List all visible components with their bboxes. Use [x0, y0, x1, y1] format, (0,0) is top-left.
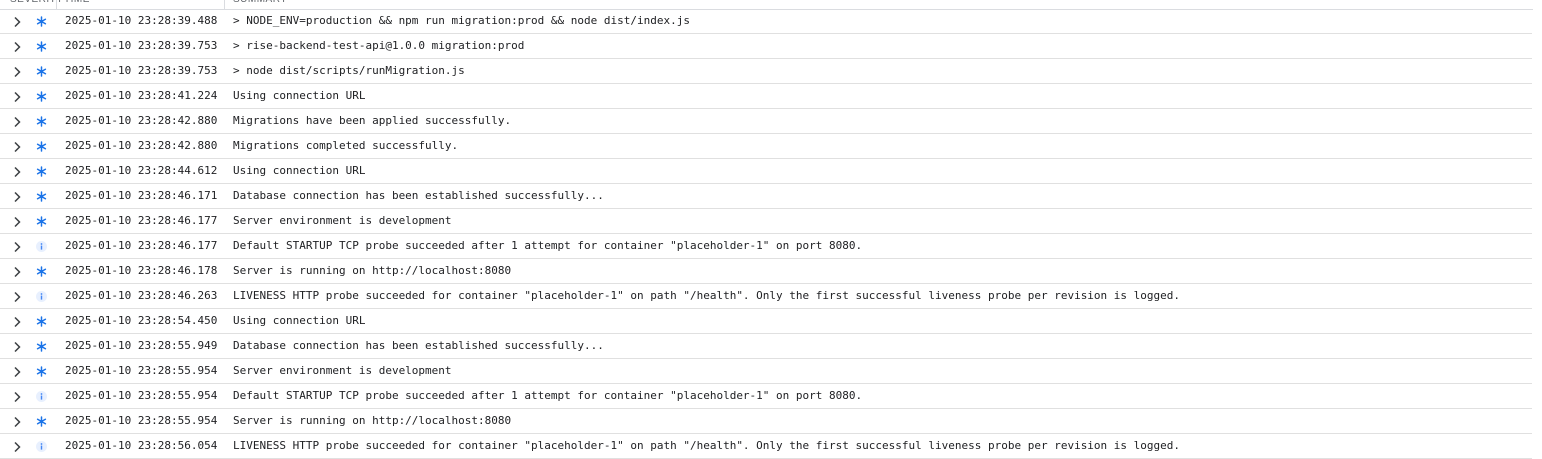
info-icon — [36, 391, 47, 402]
log-entry-row[interactable]: 2025-01-10 23:28:46.178 Server is running… — [0, 259, 1542, 284]
chevron-right-icon[interactable] — [10, 190, 24, 204]
log-viewer: SEVERITY TIME SUMMARY 2025-01-10 23:28:3… — [0, 0, 1542, 459]
log-entry-row[interactable]: 2025-01-10 23:28:46.177 Default STARTUP T… — [0, 234, 1542, 259]
log-timestamp: 2025-01-10 23:28:44.612 — [65, 164, 218, 177]
log-timestamp: 2025-01-10 23:28:41.224 — [65, 89, 218, 102]
chevron-right-icon[interactable] — [10, 390, 24, 404]
log-entry-row[interactable]: 2025-01-10 23:28:55.949 Database connecti… — [0, 334, 1542, 359]
log-message: Server is running on http://localhost:80… — [233, 264, 512, 277]
log-timestamp: 2025-01-10 23:28:55.954 — [65, 364, 218, 377]
chevron-right-icon[interactable] — [10, 90, 24, 104]
asterisk-icon — [36, 316, 47, 327]
log-entry-row[interactable]: 2025-01-10 23:28:42.880 Migrations comple… — [0, 134, 1542, 159]
log-timestamp: 2025-01-10 23:28:46.171 — [65, 189, 218, 202]
log-entry-row[interactable]: 2025-01-10 23:28:55.954 Server environmen… — [0, 359, 1542, 384]
log-message: Using connection URL — [233, 314, 366, 327]
log-message: Database connection has been established… — [233, 189, 604, 202]
log-message: > rise-backend-test-api@1.0.0 migration:… — [233, 39, 525, 52]
log-timestamp: 2025-01-10 23:28:39.488 — [65, 14, 218, 27]
log-entries-list: 2025-01-10 23:28:39.488 > NODE_ENV=produc… — [0, 9, 1542, 459]
chevron-right-icon[interactable] — [10, 65, 24, 79]
log-timestamp: 2025-01-10 23:28:55.954 — [65, 389, 218, 402]
asterisk-icon — [36, 16, 47, 27]
asterisk-icon — [36, 366, 47, 377]
log-entry-row[interactable]: 2025-01-10 23:28:56.054 LIVENESS HTTP pro… — [0, 434, 1542, 459]
log-timestamp: 2025-01-10 23:28:55.954 — [65, 414, 218, 427]
log-message: > node dist/scripts/runMigration.js — [233, 64, 465, 77]
asterisk-icon — [36, 341, 47, 352]
asterisk-icon — [36, 91, 47, 102]
chevron-right-icon[interactable] — [10, 415, 24, 429]
log-entry-row[interactable]: 2025-01-10 23:28:42.880 Migrations have b… — [0, 109, 1542, 134]
chevron-right-icon[interactable] — [10, 440, 24, 454]
log-message: Server environment is development — [233, 214, 452, 227]
chevron-right-icon[interactable] — [10, 15, 24, 29]
log-timestamp: 2025-01-10 23:28:39.753 — [65, 64, 218, 77]
log-entry-row[interactable]: 2025-01-10 23:28:39.753 > node dist/scrip… — [0, 59, 1542, 84]
log-entry-row[interactable]: 2025-01-10 23:28:55.954 Server is running… — [0, 409, 1542, 434]
chevron-right-icon[interactable] — [10, 240, 24, 254]
log-message: Migrations completed successfully. — [233, 139, 459, 152]
log-timestamp: 2025-01-10 23:28:54.450 — [65, 314, 218, 327]
log-timestamp: 2025-01-10 23:28:46.177 — [65, 214, 218, 227]
log-message: LIVENESS HTTP probe succeeded for contai… — [233, 439, 1181, 452]
log-entry-row[interactable]: 2025-01-10 23:28:55.954 Default STARTUP T… — [0, 384, 1542, 409]
log-timestamp: 2025-01-10 23:28:46.263 — [65, 289, 218, 302]
asterisk-icon — [36, 266, 47, 277]
log-message: Database connection has been established… — [233, 339, 604, 352]
log-timestamp: 2025-01-10 23:28:39.753 — [65, 39, 218, 52]
chevron-right-icon[interactable] — [10, 365, 24, 379]
scroll-gutter — [1533, 0, 1542, 459]
log-entry-row[interactable]: 2025-01-10 23:28:41.224 Using connection … — [0, 84, 1542, 109]
log-message: Server is running on http://localhost:80… — [233, 414, 512, 427]
log-timestamp: 2025-01-10 23:28:42.880 — [65, 139, 218, 152]
log-entry-row[interactable]: 2025-01-10 23:28:46.171 Database connecti… — [0, 184, 1542, 209]
chevron-right-icon[interactable] — [10, 40, 24, 54]
log-entry-row[interactable]: 2025-01-10 23:28:54.450 Using connection … — [0, 309, 1542, 334]
chevron-right-icon[interactable] — [10, 215, 24, 229]
info-icon — [36, 441, 47, 452]
asterisk-icon — [36, 116, 47, 127]
asterisk-icon — [36, 166, 47, 177]
log-timestamp: 2025-01-10 23:28:55.949 — [65, 339, 218, 352]
chevron-right-icon[interactable] — [10, 290, 24, 304]
log-message: Server environment is development — [233, 364, 452, 377]
log-message: > NODE_ENV=production && npm run migrati… — [233, 14, 690, 27]
log-timestamp: 2025-01-10 23:28:46.177 — [65, 239, 218, 252]
log-entry-row[interactable]: 2025-01-10 23:28:46.263 LIVENESS HTTP pro… — [0, 284, 1542, 309]
asterisk-icon — [36, 66, 47, 77]
asterisk-icon — [36, 191, 47, 202]
asterisk-icon — [36, 416, 47, 427]
log-timestamp: 2025-01-10 23:28:46.178 — [65, 264, 218, 277]
log-entry-row[interactable]: 2025-01-10 23:28:46.177 Server environmen… — [0, 209, 1542, 234]
chevron-right-icon[interactable] — [10, 165, 24, 179]
log-message: Migrations have been applied successfull… — [233, 114, 512, 127]
chevron-right-icon[interactable] — [10, 265, 24, 279]
log-timestamp: 2025-01-10 23:28:56.054 — [65, 439, 218, 452]
chevron-right-icon[interactable] — [10, 140, 24, 154]
asterisk-icon — [36, 216, 47, 227]
info-icon — [36, 241, 47, 252]
log-entry-row[interactable]: 2025-01-10 23:28:44.612 Using connection … — [0, 159, 1542, 184]
asterisk-icon — [36, 41, 47, 52]
log-message: Default STARTUP TCP probe succeeded afte… — [233, 389, 863, 402]
chevron-right-icon[interactable] — [10, 115, 24, 129]
chevron-right-icon[interactable] — [10, 340, 24, 354]
log-message: Default STARTUP TCP probe succeeded afte… — [233, 239, 863, 252]
log-entry-row[interactable]: 2025-01-10 23:28:39.488 > NODE_ENV=produc… — [0, 9, 1542, 34]
log-message: LIVENESS HTTP probe succeeded for contai… — [233, 289, 1181, 302]
log-timestamp: 2025-01-10 23:28:42.880 — [65, 114, 218, 127]
log-message: Using connection URL — [233, 164, 366, 177]
log-entry-row[interactable]: 2025-01-10 23:28:39.753 > rise-backend-te… — [0, 34, 1542, 59]
info-icon — [36, 291, 47, 302]
chevron-right-icon[interactable] — [10, 315, 24, 329]
log-message: Using connection URL — [233, 89, 366, 102]
asterisk-icon — [36, 141, 47, 152]
